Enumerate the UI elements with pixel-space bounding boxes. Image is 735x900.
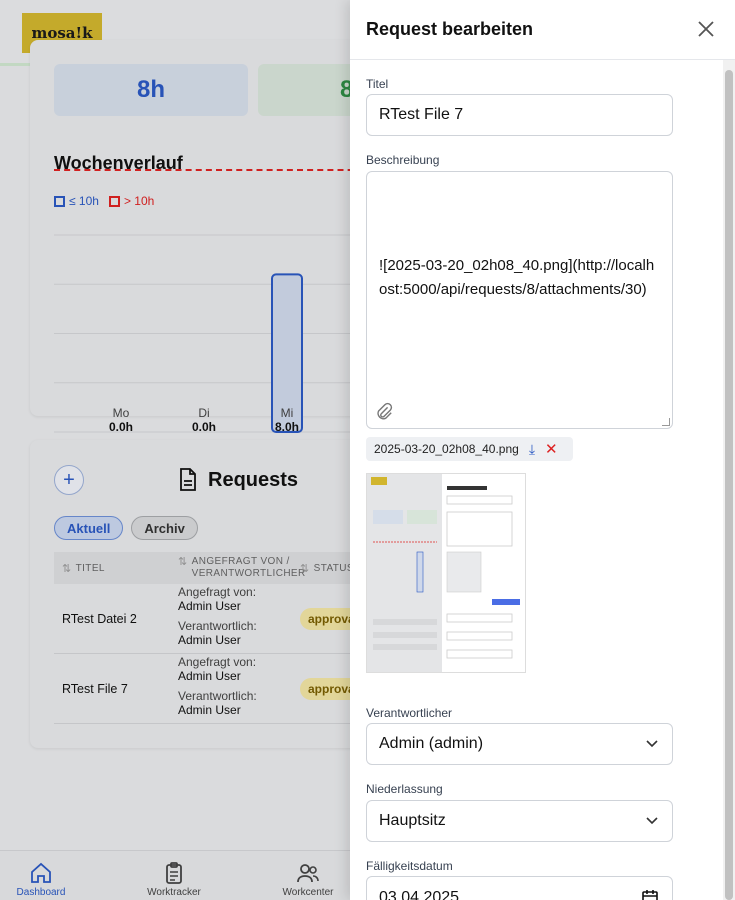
verantwortlicher-value: Admin (admin) xyxy=(379,735,484,752)
titel-input[interactable]: RTest File 7 xyxy=(366,94,673,136)
download-icon[interactable]: ⤓ xyxy=(529,441,535,458)
faelligkeit-label: Fälligkeitsdatum xyxy=(366,859,453,873)
titel-label: Titel xyxy=(366,77,389,91)
niederlassung-value: Hauptsitz xyxy=(379,812,446,829)
chevron-down-icon xyxy=(646,740,658,748)
attachment-name: 2025-03-20_02h08_40.png xyxy=(374,442,519,456)
scrollbar-thumb[interactable] xyxy=(725,70,733,900)
calendar-icon[interactable] xyxy=(642,889,658,900)
screenshot-thumbnail xyxy=(367,474,525,672)
chevron-down-icon xyxy=(646,817,658,825)
verantwortlicher-label: Verantwortlicher xyxy=(366,706,453,720)
remove-icon[interactable]: ✕ xyxy=(545,440,558,458)
faelligkeit-date-input[interactable]: 03.04.2025 xyxy=(366,876,673,900)
beschreibung-text: ![2025-03-20_02h08_40.png](http://localh… xyxy=(379,257,655,298)
attachment-chip: 2025-03-20_02h08_40.png ⤓ ✕ xyxy=(366,437,573,461)
attachment-preview-image[interactable] xyxy=(366,473,526,673)
paperclip-icon[interactable] xyxy=(375,402,393,420)
niederlassung-label: Niederlassung xyxy=(366,782,443,796)
edit-request-drawer: Request bearbeiten Titel RTest File 7 Be… xyxy=(350,0,735,900)
beschreibung-textarea[interactable]: ![2025-03-20_02h08_40.png](http://localh… xyxy=(366,171,673,429)
drawer-header: Request bearbeiten xyxy=(350,0,735,60)
drawer-title: Request bearbeiten xyxy=(366,19,534,39)
close-icon[interactable] xyxy=(695,18,717,40)
resize-handle[interactable] xyxy=(662,418,670,426)
beschreibung-label: Beschreibung xyxy=(366,153,440,167)
drawer-backdrop[interactable] xyxy=(0,0,350,900)
verantwortlicher-select[interactable]: Admin (admin) xyxy=(366,723,673,765)
faelligkeit-value: 03.04.2025 xyxy=(379,889,460,900)
niederlassung-select[interactable]: Hauptsitz xyxy=(366,800,673,842)
